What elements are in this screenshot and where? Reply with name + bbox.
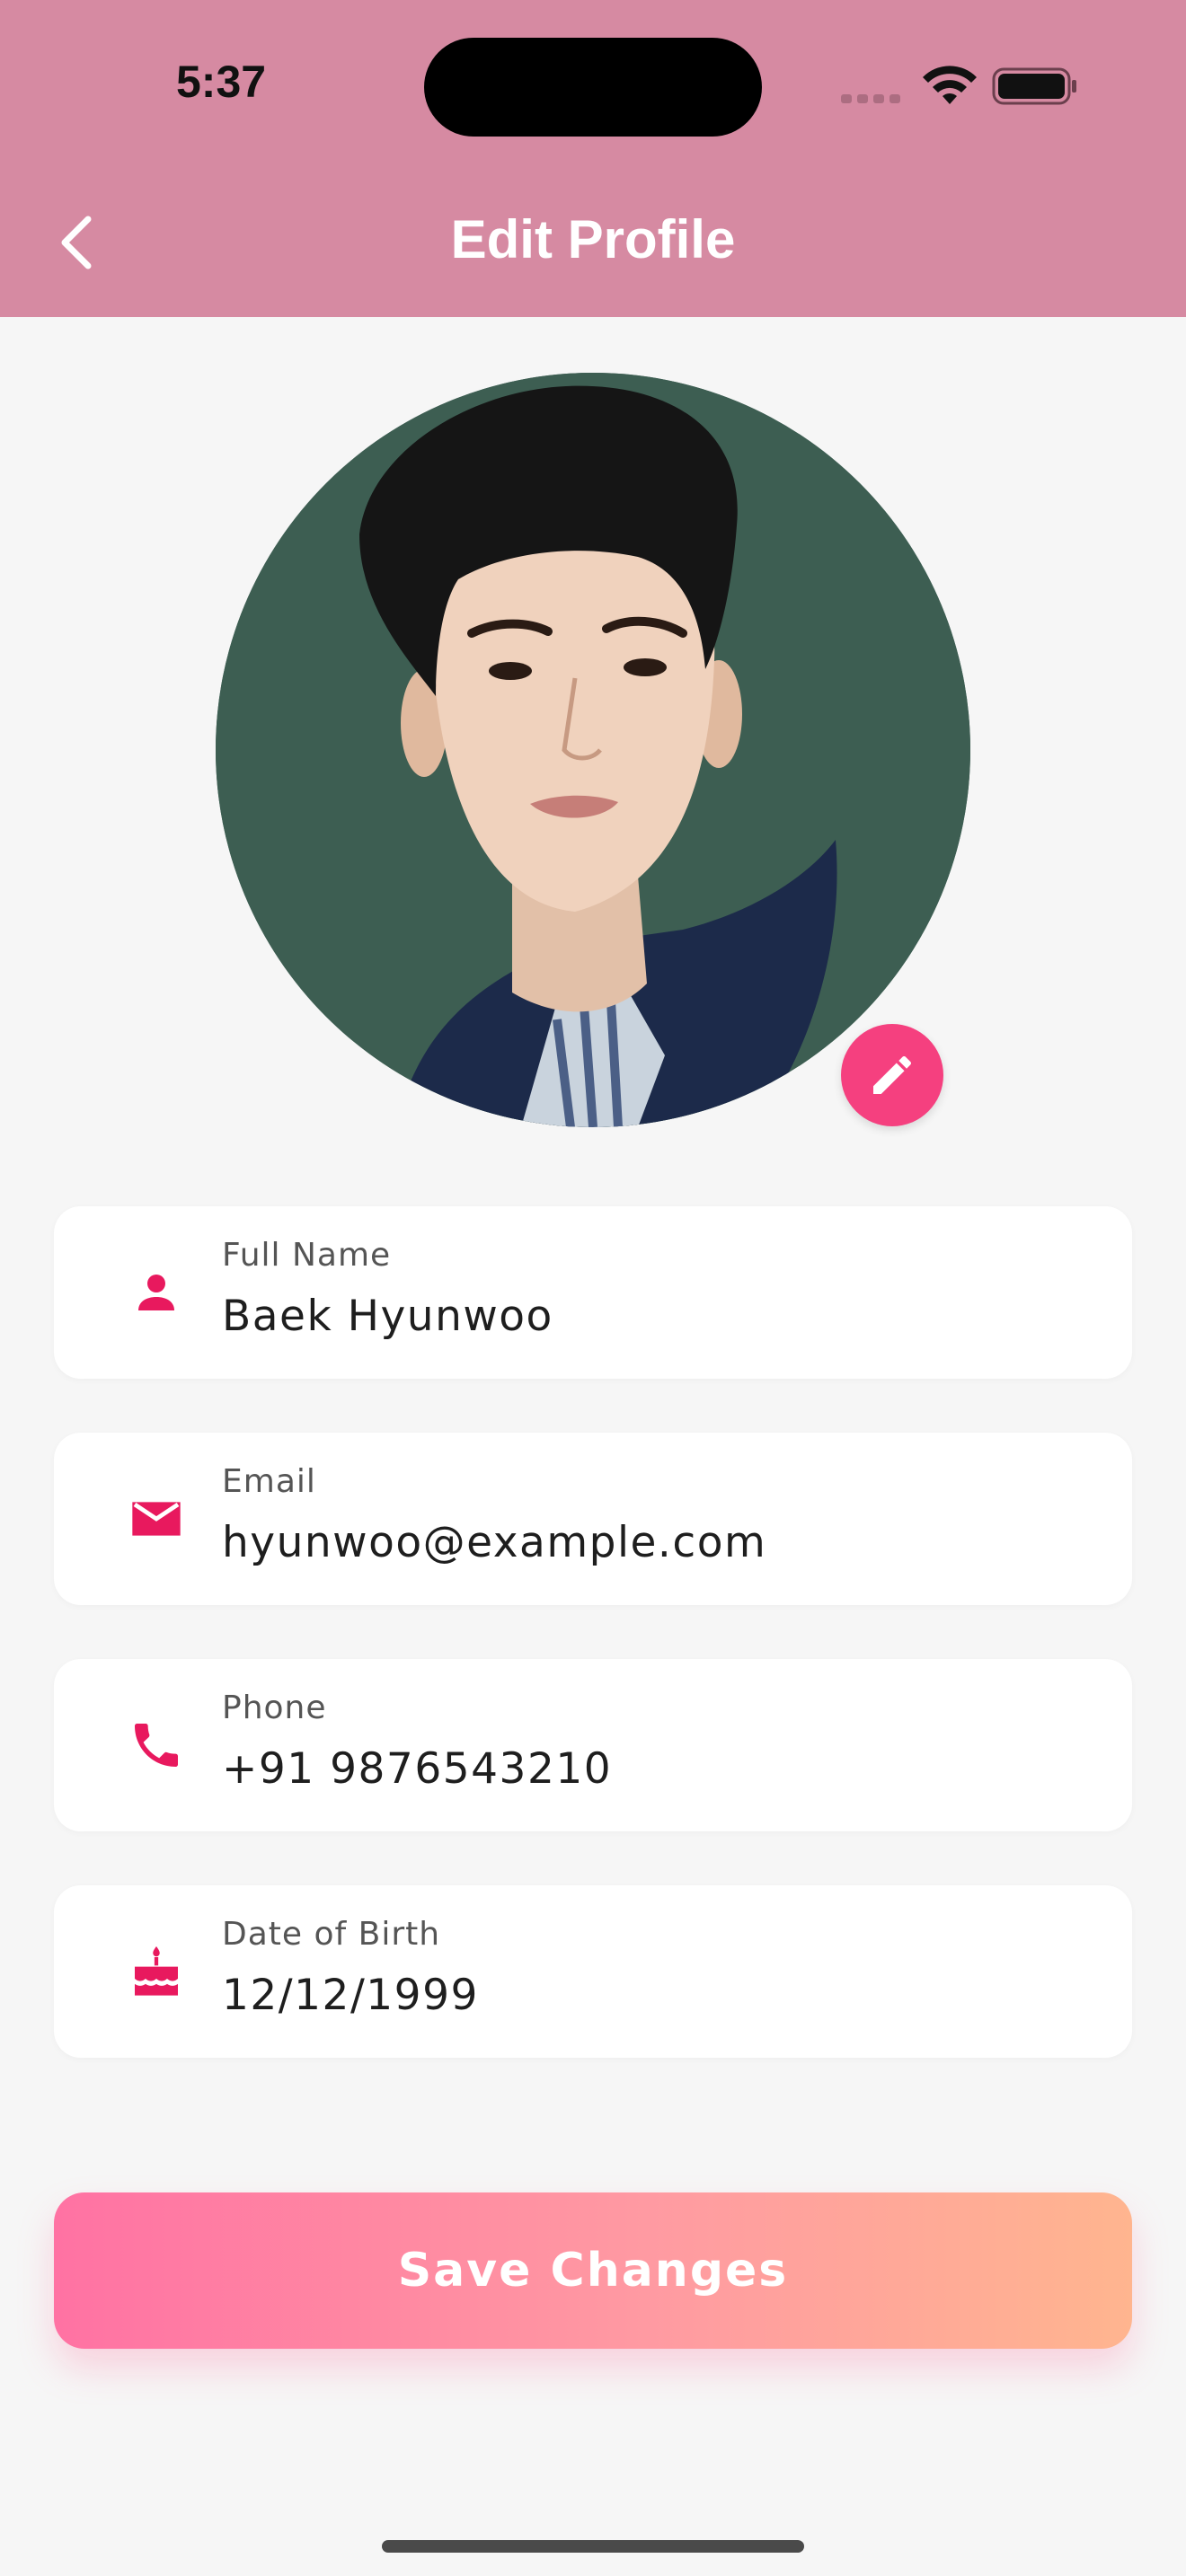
dynamic-island: [424, 38, 762, 137]
date-of-birth-input[interactable]: [222, 1968, 1102, 2022]
status-time: 5:37: [176, 57, 267, 107]
avatar: [216, 373, 970, 1127]
cellular-signal-icon: [841, 92, 906, 108]
save-button-label: Save Changes: [397, 2244, 789, 2298]
edit-profile-screen: 5:37 Edit Profile Full Name Baek Hyunwoo…: [0, 0, 1186, 2576]
mail-icon: [128, 1490, 185, 1548]
date-of-birth-field[interactable]: Date of Birth: [54, 1885, 1132, 2058]
page-title: Edit Profile: [450, 209, 736, 269]
phone-input[interactable]: [222, 1742, 1102, 1795]
pencil-icon: [873, 1055, 912, 1094]
profile-photo: [216, 373, 970, 1127]
edit-avatar-button[interactable]: [841, 1024, 943, 1126]
email-field[interactable]: Email: [54, 1433, 1132, 1605]
phone-icon: [128, 1716, 185, 1774]
full-name-input[interactable]: [222, 1289, 1102, 1343]
cake-icon: [128, 1943, 185, 2000]
field-label: Email: [222, 1463, 316, 1500]
full-name-field[interactable]: Full Name: [54, 1206, 1132, 1379]
save-changes-button[interactable]: Save Changes: [54, 2192, 1132, 2349]
field-label: Phone: [222, 1689, 327, 1726]
app-header: 5:37 Edit Profile: [0, 0, 1186, 317]
home-indicator: [382, 2540, 804, 2553]
status-icons: [836, 63, 1078, 108]
field-label: Full Name: [222, 1237, 392, 1274]
field-label: Date of Birth: [222, 1916, 441, 1953]
phone-field[interactable]: Phone: [54, 1659, 1132, 1831]
wifi-icon: [923, 66, 977, 104]
person-icon: [128, 1264, 185, 1321]
battery-icon: [992, 67, 1076, 105]
email-input[interactable]: [222, 1515, 1102, 1569]
